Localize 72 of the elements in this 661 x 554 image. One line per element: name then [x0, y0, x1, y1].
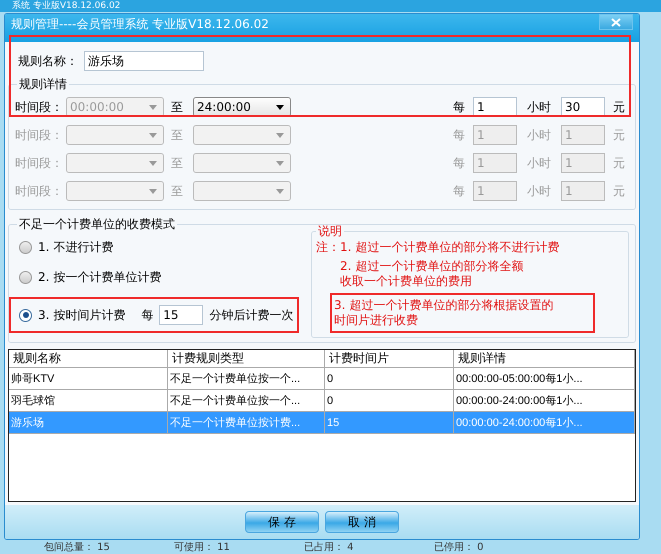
group-title: 规则详情 — [18, 76, 68, 93]
hours-field[interactable]: 1 — [473, 97, 517, 117]
field-label: 每 — [453, 98, 465, 116]
field-label: 元 — [613, 98, 625, 116]
radio-button[interactable] — [19, 270, 32, 284]
note-text: 3. 超过一个计费单位的部分将根据设置的 时间片进行收费 — [334, 298, 554, 328]
table-cell: 不足一个计费单位按一个... — [168, 368, 324, 390]
field-label: 至 — [171, 98, 183, 116]
dropdown-arrow-icon — [149, 104, 157, 110]
field-label: 至 — [171, 182, 183, 200]
option-label: 3. 按时间片计费 — [38, 306, 126, 324]
field-label: 元 — [613, 154, 625, 172]
note-text: 1. 超过一个计费单位的部分将不进行计费 — [340, 240, 560, 255]
group-title: 不足一个计费单位的收费模式 — [18, 216, 176, 233]
table-row[interactable]: 帅哥KTV 不足一个计费单位按一个... 0 00:00:00-05:00:00每1小... — [9, 368, 634, 390]
status-text: 已占用： 4 — [304, 541, 355, 554]
table-cell: 帅哥KTV — [9, 368, 168, 390]
dropdown-arrow-icon — [276, 104, 284, 110]
note-text: 2. 超过一个计费单位的部分将全额 收取一个计费单位的费用 — [340, 259, 524, 289]
table-cell: 游乐场 — [9, 412, 168, 434]
column-header[interactable]: 规则详情 — [454, 350, 634, 368]
note-prefix: 注： — [316, 240, 340, 255]
dialog-button[interactable]: 保 存 — [245, 511, 319, 533]
field-label: 元 — [613, 126, 625, 144]
field-label: 每 — [453, 154, 465, 172]
table-cell: 00:00:00-05:00:00每1小... — [454, 368, 634, 390]
interval-field[interactable]: 15 — [159, 305, 204, 325]
app-title: 系统 专业版V18.12.06.02 — [12, 0, 120, 12]
field-label: 每 — [453, 126, 465, 144]
status-text: 可使用： 11 — [174, 541, 231, 554]
table-cell: 0 — [324, 368, 454, 390]
column-header[interactable]: 计费时间片 — [324, 350, 454, 368]
field-label: 时间段： — [15, 154, 63, 172]
column-header[interactable]: 计费规则类型 — [168, 350, 324, 368]
table-cell: 15 — [324, 412, 454, 434]
radio-button[interactable] — [19, 308, 32, 322]
field-label: 小时 — [527, 126, 551, 144]
table-cell: 不足一个计费单位按计费... — [168, 412, 324, 434]
column-header[interactable]: 规则名称 — [9, 350, 168, 368]
table-cell: 00:00:00-24:00:00每1小... — [454, 412, 634, 434]
dropdown-arrow-icon — [276, 160, 284, 166]
dialog-title: 规则管理----会员管理系统 专业版V18.12.06.02 — [11, 16, 269, 33]
field-label: 每 — [141, 306, 154, 324]
field-label: 时间段： — [15, 182, 63, 200]
field-label: 时间段： — [15, 98, 63, 116]
field-label: 每 — [453, 182, 465, 200]
close-button[interactable] — [599, 14, 633, 30]
notes-title: 说明 — [317, 223, 343, 240]
field-label: 分钟后计费一次 — [209, 306, 294, 324]
dropdown-arrow-icon — [149, 188, 157, 194]
status-text: 包间总量： 15 — [44, 541, 111, 554]
field-label: 时间段： — [15, 126, 63, 144]
option-label: 1. 不进行计费 — [38, 238, 114, 256]
dropdown-arrow-icon — [276, 132, 284, 138]
close-icon — [611, 18, 621, 26]
time-dropdown[interactable]: 24:00:00 — [193, 97, 291, 117]
field-label: 至 — [171, 126, 183, 144]
field-label: 元 — [613, 182, 625, 200]
price-field[interactable]: 30 — [561, 97, 605, 117]
dialog-button[interactable]: 取 消 — [325, 511, 399, 533]
field-label: 小时 — [527, 182, 551, 200]
field-label: 规则名称： — [18, 52, 78, 70]
field-label: 至 — [171, 154, 183, 172]
rule-name-field[interactable]: 游乐场 — [84, 51, 204, 71]
dropdown-arrow-icon — [149, 160, 157, 166]
dropdown-arrow-icon — [149, 132, 157, 138]
field-label: 小时 — [527, 98, 551, 116]
status-text: 已停用： 0 — [434, 541, 485, 554]
dropdown-arrow-icon — [276, 188, 284, 194]
radio-button[interactable] — [19, 240, 32, 254]
option-label: 2. 按一个计费单位计费 — [38, 268, 162, 286]
field-label: 小时 — [527, 154, 551, 172]
